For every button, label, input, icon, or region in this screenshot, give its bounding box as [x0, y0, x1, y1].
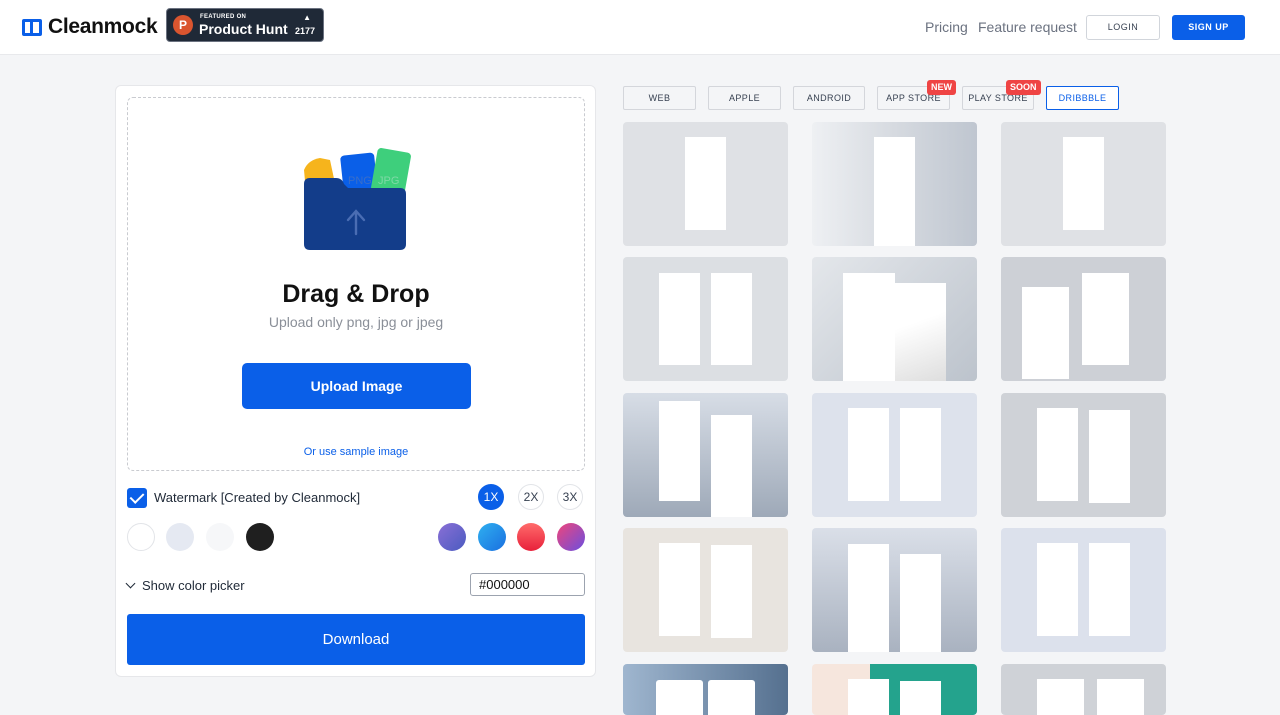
mockup-screen-placeholder	[1097, 679, 1144, 715]
mockup-tile[interactable]	[623, 122, 788, 246]
dropzone-subtitle: Upload only png, jpg or jpeg	[268, 314, 444, 330]
mockup-tile[interactable]	[812, 664, 977, 715]
top-header: Cleanmock P FEATURED ON Product Hunt ▲ 2…	[0, 0, 1280, 55]
mockup-screen-placeholder	[1037, 408, 1078, 501]
mockup-tile[interactable]	[623, 257, 788, 381]
brand-logo[interactable]: Cleanmock	[22, 15, 158, 39]
mockup-screen-placeholder	[711, 545, 752, 638]
mockup-screen-placeholder	[1089, 410, 1130, 503]
brand-name: Cleanmock	[48, 15, 158, 38]
image-dropzone[interactable]: PNG JPG Drag & Drop Upload only png, jpg…	[127, 97, 585, 471]
jpg-file-label: JPG	[378, 175, 399, 187]
new-badge: NEW	[927, 80, 956, 95]
mockup-screen-placeholder	[900, 408, 941, 501]
mockup-screen-placeholder	[843, 273, 895, 381]
mockup-screen-placeholder	[656, 680, 703, 715]
tab-apple[interactable]: APPLE	[708, 86, 781, 110]
mockup-tile[interactable]	[1001, 257, 1166, 381]
product-hunt-featured-label: FEATURED ON	[200, 14, 247, 20]
color-swatch-off-white[interactable]	[206, 523, 234, 551]
mockup-screen-placeholder	[874, 137, 915, 246]
soon-badge: SOON	[1006, 80, 1041, 95]
product-hunt-badge[interactable]: P FEATURED ON Product Hunt ▲ 2177	[166, 8, 324, 42]
mockup-tile[interactable]	[812, 528, 977, 652]
show-color-picker-toggle[interactable]: Show color picker	[125, 578, 245, 593]
gradient-swatch-pink-violet[interactable]	[557, 523, 585, 551]
mockup-screen-placeholder	[659, 401, 700, 501]
watermark-checkbox[interactable]	[127, 488, 147, 508]
color-swatch-light-blue[interactable]	[166, 523, 194, 551]
nav-feature-request-link[interactable]: Feature request	[978, 19, 1077, 35]
mockup-tile[interactable]	[1001, 122, 1166, 246]
mockup-screen-placeholder	[848, 544, 889, 652]
product-hunt-name: Product Hunt	[199, 21, 288, 37]
mockup-tile[interactable]	[812, 122, 977, 246]
watermark-label: Watermark [Created by Cleanmock]	[154, 490, 361, 505]
gradient-swatch-purple[interactable]	[438, 523, 466, 551]
upload-image-button[interactable]: Upload Image	[242, 363, 471, 409]
mockup-screen-placeholder	[685, 137, 726, 230]
mockup-screen-placeholder	[711, 415, 752, 517]
png-file-label: PNG	[348, 175, 372, 187]
mockup-screen-placeholder	[1037, 543, 1078, 636]
mockup-screen-placeholder	[900, 681, 941, 715]
scale-2x-button[interactable]: 2X	[518, 484, 544, 510]
mockup-tile[interactable]	[812, 393, 977, 517]
download-button[interactable]: Download	[127, 614, 585, 665]
mockup-screen-placeholder	[659, 543, 700, 636]
scale-1x-button[interactable]: 1X	[478, 484, 504, 510]
tab-android[interactable]: ANDROID	[793, 86, 865, 110]
scale-3x-button[interactable]: 3X	[557, 484, 583, 510]
mockup-screen-placeholder	[1082, 273, 1129, 365]
mockup-tile[interactable]	[623, 528, 788, 652]
chevron-down-icon	[125, 578, 136, 589]
editor-panel: PNG JPG Drag & Drop Upload only png, jpg…	[115, 85, 596, 677]
tab-dribbble[interactable]: DRIBBBLE	[1046, 86, 1119, 110]
mockup-screen-placeholder	[1089, 543, 1130, 636]
login-button[interactable]: LOGIN	[1086, 15, 1160, 40]
mockup-screen-placeholder	[848, 408, 889, 501]
mockup-screen-placeholder	[1022, 287, 1069, 379]
mockup-tile[interactable]	[1001, 664, 1166, 715]
sample-image-link[interactable]: Or use sample image	[128, 446, 584, 458]
signup-button[interactable]: SIGN UP	[1172, 15, 1245, 40]
mockup-tile[interactable]	[1001, 393, 1166, 517]
dropzone-title: Drag & Drop	[282, 280, 430, 308]
hex-color-input[interactable]	[470, 573, 585, 596]
gradient-swatch-blue[interactable]	[478, 523, 506, 551]
color-swatch-black[interactable]	[246, 523, 274, 551]
product-hunt-logo-icon: P	[173, 15, 193, 35]
mockup-screen-placeholder	[659, 273, 700, 365]
color-swatch-white[interactable]	[127, 523, 155, 551]
mockup-screen-placeholder	[711, 273, 752, 365]
mockup-screen-placeholder	[1063, 137, 1104, 230]
mockup-screen-placeholder	[900, 554, 941, 652]
color-picker-label: Show color picker	[142, 578, 245, 593]
mockup-tile[interactable]	[623, 664, 788, 715]
mockup-screen-placeholder	[1037, 679, 1084, 715]
mockup-tile[interactable]	[623, 393, 788, 517]
tab-web[interactable]: WEB	[623, 86, 696, 110]
gradient-swatch-red[interactable]	[517, 523, 545, 551]
upload-folder-icon: PNG JPG	[304, 148, 411, 250]
cleanmock-logo-icon	[22, 18, 42, 36]
mockup-tile[interactable]	[812, 257, 977, 381]
mockup-tile[interactable]	[1001, 528, 1166, 652]
nav-pricing-link[interactable]: Pricing	[925, 19, 968, 35]
mockup-screen-placeholder	[895, 283, 946, 381]
mockup-screen-placeholder	[848, 679, 889, 715]
upvote-count: 2177	[294, 26, 315, 36]
mockup-screen-placeholder	[708, 680, 755, 715]
upvote-arrow-icon: ▲	[303, 13, 311, 22]
